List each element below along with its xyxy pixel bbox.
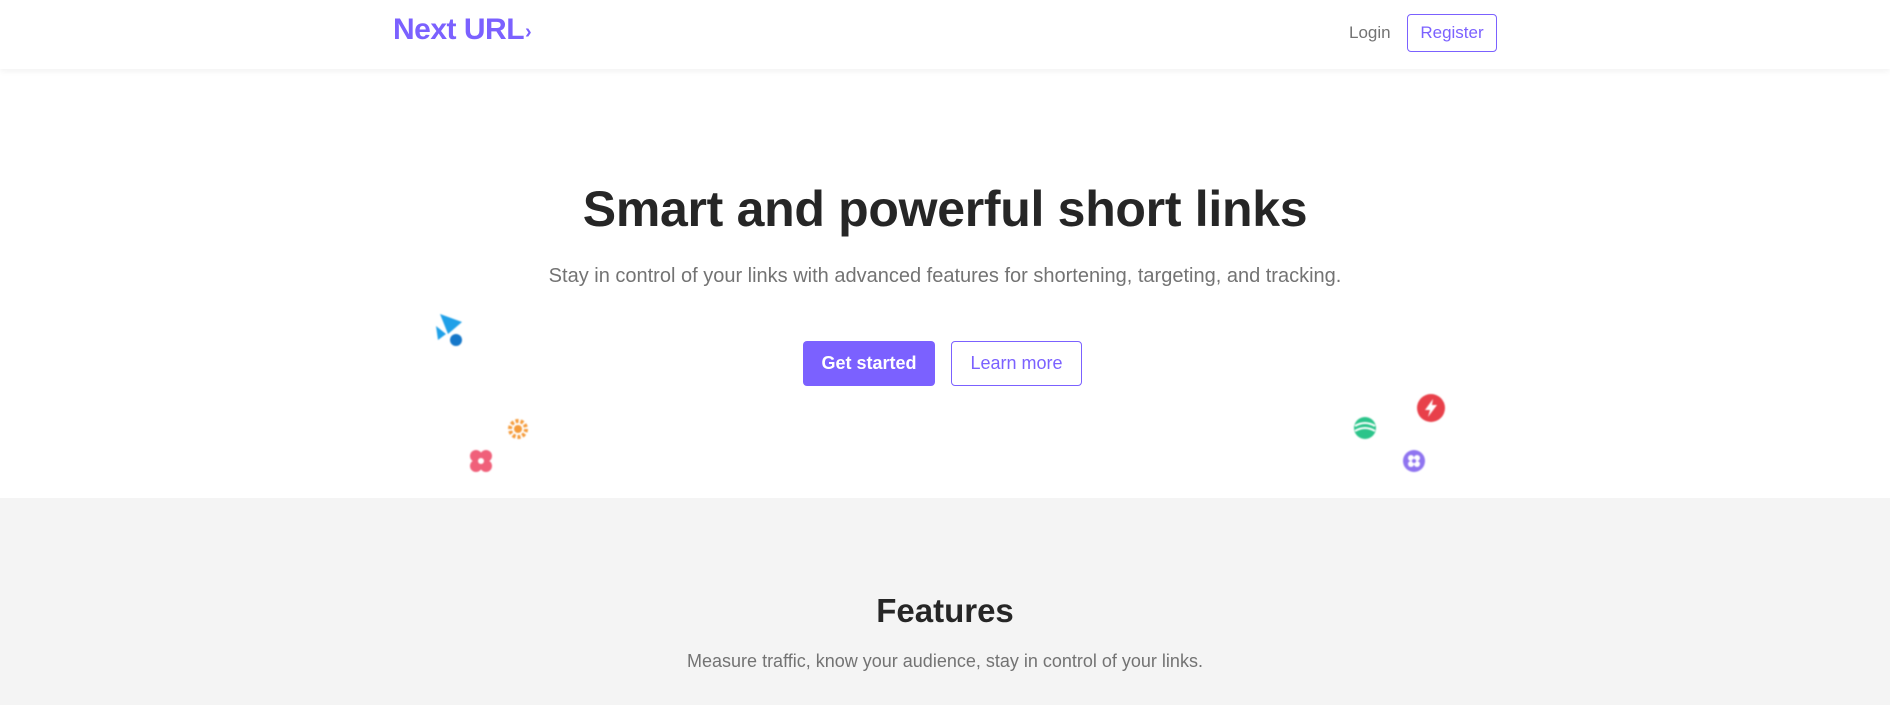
features-section: Features Measure traffic, know your audi… bbox=[0, 498, 1890, 705]
red-bolt-icon bbox=[1417, 394, 1445, 422]
logo-arrow-icon: › bbox=[525, 21, 532, 43]
features-title: Features bbox=[876, 592, 1014, 629]
blue-triangle-icon bbox=[436, 314, 462, 346]
features-subtitle: Measure traffic, know your audience, sta… bbox=[687, 651, 1203, 671]
logo-text: Next URL bbox=[393, 13, 525, 46]
logo[interactable]: Next URL › bbox=[393, 13, 532, 47]
register-button[interactable]: Register bbox=[1407, 14, 1497, 52]
get-started-button[interactable]: Get started bbox=[803, 341, 935, 386]
login-link[interactable]: Login bbox=[1349, 23, 1391, 43]
orange-gear-icon bbox=[508, 419, 528, 439]
learn-more-button[interactable]: Learn more bbox=[951, 341, 1082, 386]
top-navbar: Next URL › Login Register bbox=[0, 0, 1890, 69]
hero-section: Smart and powerful short links Stay in c… bbox=[0, 69, 1890, 498]
hero-title: Smart and powerful short links bbox=[582, 181, 1308, 237]
hero-subtitle: Stay in control of your links with advan… bbox=[548, 265, 1342, 287]
green-ball-icon bbox=[1354, 417, 1376, 439]
pink-flower-icon bbox=[470, 450, 492, 472]
purple-flower-icon bbox=[1403, 450, 1425, 472]
